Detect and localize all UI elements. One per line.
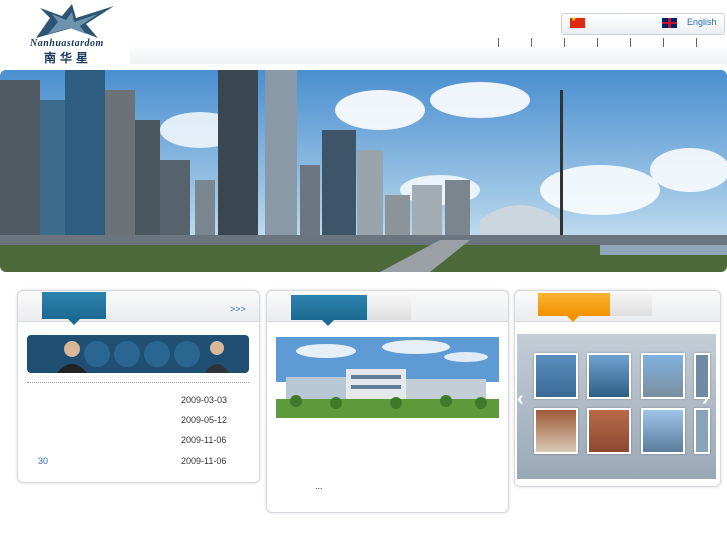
news-item-date: 2009-05-12 [181,415,228,425]
gallery-thumbnail[interactable] [587,408,631,454]
gallery-secondary-tab[interactable] [610,293,652,316]
nav-separator [531,38,532,47]
news-item-date: 2009-03-03 [181,395,228,405]
news-item-date: 2009-11-06 [181,435,227,445]
company-secondary-tab[interactable] [367,295,411,320]
nav-separator [663,38,664,47]
factory-image [276,337,499,418]
gallery-thumbnail[interactable] [694,408,710,454]
english-link[interactable]: English [687,17,717,27]
header-bar [130,44,727,64]
chevron-left-icon[interactable]: ‹ [517,388,524,411]
gallery-thumbnail[interactable] [641,353,685,399]
news-business-banner [27,335,249,373]
gallery-thumbnail[interactable] [587,353,631,399]
city-banner-image [0,70,727,272]
tab-pointer-icon [322,320,334,326]
logo-text: Nanhuastardom [30,38,104,49]
gallery-thumbnail[interactable] [534,353,578,399]
tab-pointer-icon [567,316,579,322]
news-tab[interactable] [42,292,106,319]
news-more-link[interactable]: >>> [230,304,246,314]
tab-pointer-icon [68,319,80,325]
nav-separator [498,38,499,47]
nav-separator [597,38,598,47]
company-tab[interactable] [291,295,367,320]
company-more-ellipsis[interactable]: ... [315,481,323,491]
logo-star-icon[interactable] [28,4,118,40]
nav-separator [630,38,631,47]
china-flag-icon[interactable] [570,16,585,28]
news-item-title[interactable]: 30 [38,456,48,466]
news-divider [27,382,249,383]
news-item-date: 2009-11-06 [181,456,227,466]
uk-flag-icon[interactable] [662,18,677,28]
gallery-thumbnail[interactable] [641,408,685,454]
gallery-tab[interactable] [538,293,610,316]
nav-separator [696,38,697,47]
nav-separator [564,38,565,47]
gallery-thumbnail[interactable] [694,353,710,399]
logo-chinese-text: 南华星 [44,51,93,65]
gallery-thumbnail[interactable] [534,408,578,454]
